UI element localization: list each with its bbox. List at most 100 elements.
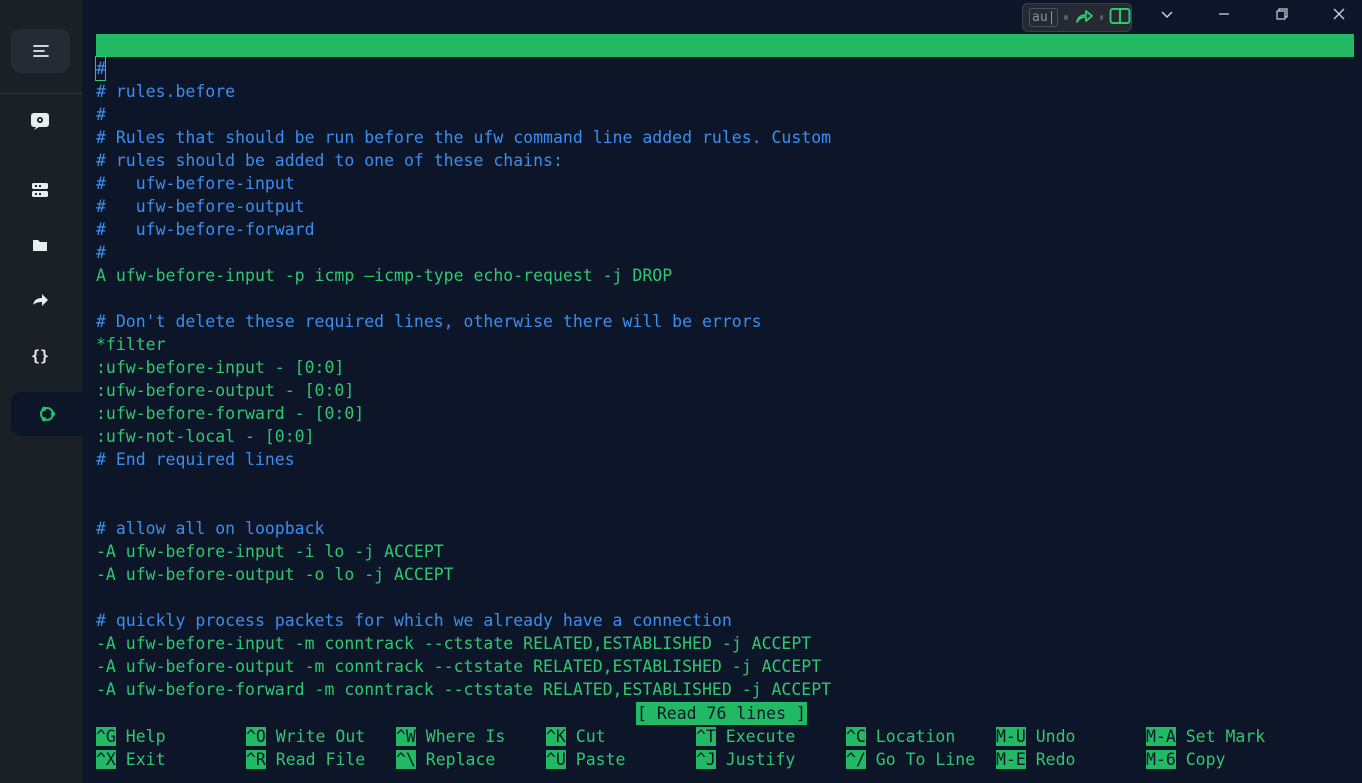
minimize-icon — [1219, 13, 1229, 15]
shortcut-label: Cut — [565, 727, 606, 746]
menu-icon — [32, 45, 49, 57]
share-arrow-icon — [1075, 9, 1093, 23]
code-braces-icon: {} — [31, 347, 49, 364]
shortcut-label: Execute — [715, 727, 796, 746]
shortcut-exit[interactable]: ^X Exit — [96, 748, 166, 771]
editor-line: # allow all on loopback — [96, 519, 325, 538]
shortcut-label: Redo — [1025, 750, 1076, 769]
editor-line: -A ufw-before-input -i lo -j ACCEPT — [96, 542, 444, 561]
shortcut-key: M-E — [996, 750, 1026, 769]
shortcut-key: ^\ — [396, 750, 416, 769]
svg-text:{}: {} — [31, 347, 49, 364]
shortcut-label: Justify — [715, 750, 796, 769]
editor-line: # rules.before — [96, 82, 236, 101]
split-view-icon — [1109, 7, 1131, 24]
status-message: [ Read 76 lines ] — [636, 702, 807, 725]
dropdown-button[interactable] — [1153, 2, 1181, 26]
shortcut-key: M-A — [1146, 727, 1176, 746]
folder-icon — [33, 240, 47, 251]
shortcut-key: M-6 — [1146, 750, 1176, 769]
minimize-button[interactable] — [1210, 2, 1238, 26]
shortcut-label: Go To Line — [865, 750, 976, 769]
server-icon — [32, 183, 48, 197]
editor-line: # rules should be added to one of these … — [96, 151, 563, 170]
editor-line: :ufw-before-input - [0:0] — [96, 358, 345, 377]
shortcut-set-mark[interactable]: M-A Set Mark — [1146, 725, 1265, 748]
chevron-down-icon — [1161, 11, 1173, 19]
shortcut-cut[interactable]: ^K Cut — [546, 725, 606, 748]
shortcut-go-to-line[interactable]: ^/ Go To Line — [846, 748, 975, 771]
editor-line: # End required lines — [96, 450, 295, 469]
shortcut-label: Write Out — [265, 727, 366, 746]
editor-line: :ufw-before-forward - [0:0] — [96, 404, 365, 423]
shortcut-key: M-U — [996, 727, 1026, 746]
terminal-settings-icon — [31, 113, 49, 130]
editor-line: # ufw-before-output — [96, 197, 305, 216]
shortcut-read-file[interactable]: ^R Read File — [246, 748, 365, 771]
sidebar-item-snippets[interactable]: {} — [28, 343, 52, 367]
sidebar-item-forwarding[interactable] — [28, 288, 52, 312]
shortcut-label: Location — [865, 727, 956, 746]
shortcut-key: ^W — [396, 727, 416, 746]
shortcut-label: Exit — [115, 750, 166, 769]
shortcut-label: Undo — [1025, 727, 1076, 746]
shortcut-key: ^J — [696, 750, 716, 769]
shortcut-undo[interactable]: M-U Undo — [996, 725, 1075, 748]
file-path: /etc/ufw/before.rules — [647, 82, 856, 101]
editor-line: :ufw-not-local - [0:0] — [96, 427, 315, 446]
editor-line: # Rules that should be run before the uf… — [96, 128, 832, 147]
shortcut-where-is[interactable]: ^W Where Is — [396, 725, 505, 748]
ubuntu-icon — [39, 406, 55, 422]
shortcut-key: ^T — [696, 727, 716, 746]
sidebar-divider — [0, 93, 82, 94]
editor-line: *filter — [96, 335, 166, 354]
shortcut-key: ^G — [96, 727, 116, 746]
shortcut-justify[interactable]: ^J Justify — [696, 748, 795, 771]
shortcut-location[interactable]: ^C Location — [846, 725, 955, 748]
shortcut-paste[interactable]: ^U Paste — [546, 748, 625, 771]
shortcut-key: ^/ — [846, 750, 866, 769]
shortcut-replace[interactable]: ^\ Replace — [396, 748, 495, 771]
editor-line: -A ufw-before-output -o lo -j ACCEPT — [96, 565, 454, 584]
text-cursor: # — [95, 56, 106, 81]
forward-arrow-icon — [33, 294, 48, 306]
editor-line: # quickly process packets for which we a… — [96, 611, 732, 630]
shortcut-key: ^O — [246, 727, 266, 746]
split-view-button[interactable] — [1109, 7, 1131, 29]
shortcut-write-out[interactable]: ^O Write Out — [246, 725, 365, 748]
separator-dot — [1064, 15, 1068, 20]
shortcut-key: ^R — [246, 750, 266, 769]
editor-line: # ufw-before-forward — [96, 220, 315, 239]
shortcut-execute[interactable]: ^T Execute — [696, 725, 795, 748]
shortcut-label: Where Is — [415, 727, 506, 746]
editor-line: :ufw-before-output - [0:0] — [96, 381, 355, 400]
autocomplete-toggle[interactable]: au| — [1029, 8, 1059, 27]
sidebar-item-ubuntu-session[interactable] — [11, 392, 82, 436]
editor-line: -A ufw-before-forward -m conntrack --cts… — [96, 680, 832, 699]
shortcut-copy[interactable]: M-6 Copy — [1146, 748, 1225, 771]
shortcut-key: ^X — [96, 750, 116, 769]
restore-button[interactable] — [1268, 2, 1296, 26]
shortcut-label: Paste — [565, 750, 626, 769]
editor-line: # — [96, 243, 106, 262]
sidebar-item-hosts[interactable] — [28, 178, 52, 202]
shortcut-label: Set Mark — [1175, 727, 1266, 746]
separator-dot — [1099, 15, 1103, 20]
editor-line: A ufw-before-input -p icmp —icmp-type ec… — [96, 266, 673, 285]
restore-icon — [1276, 8, 1288, 20]
terminal-toolbox: au| — [1022, 3, 1132, 32]
shortcut-label: Replace — [415, 750, 496, 769]
sidebar-item-files[interactable] — [28, 233, 52, 257]
sidebar-item-terminal[interactable] — [28, 109, 52, 133]
shortcut-help[interactable]: ^G Help — [96, 725, 166, 748]
editor-line: # — [96, 105, 106, 124]
close-button[interactable] — [1325, 2, 1353, 26]
nano-title-bar: GNU nano 6.2 /etc/ufw/before.rules — [96, 34, 1354, 101]
shortcut-label: Read File — [265, 750, 366, 769]
share-button[interactable] — [1074, 8, 1094, 28]
shortcut-redo[interactable]: M-E Redo — [996, 748, 1075, 771]
editor-line: # Don't delete these required lines, oth… — [96, 312, 762, 331]
close-icon — [1333, 8, 1345, 20]
menu-button[interactable] — [11, 29, 70, 73]
sidebar: {} — [0, 0, 82, 783]
